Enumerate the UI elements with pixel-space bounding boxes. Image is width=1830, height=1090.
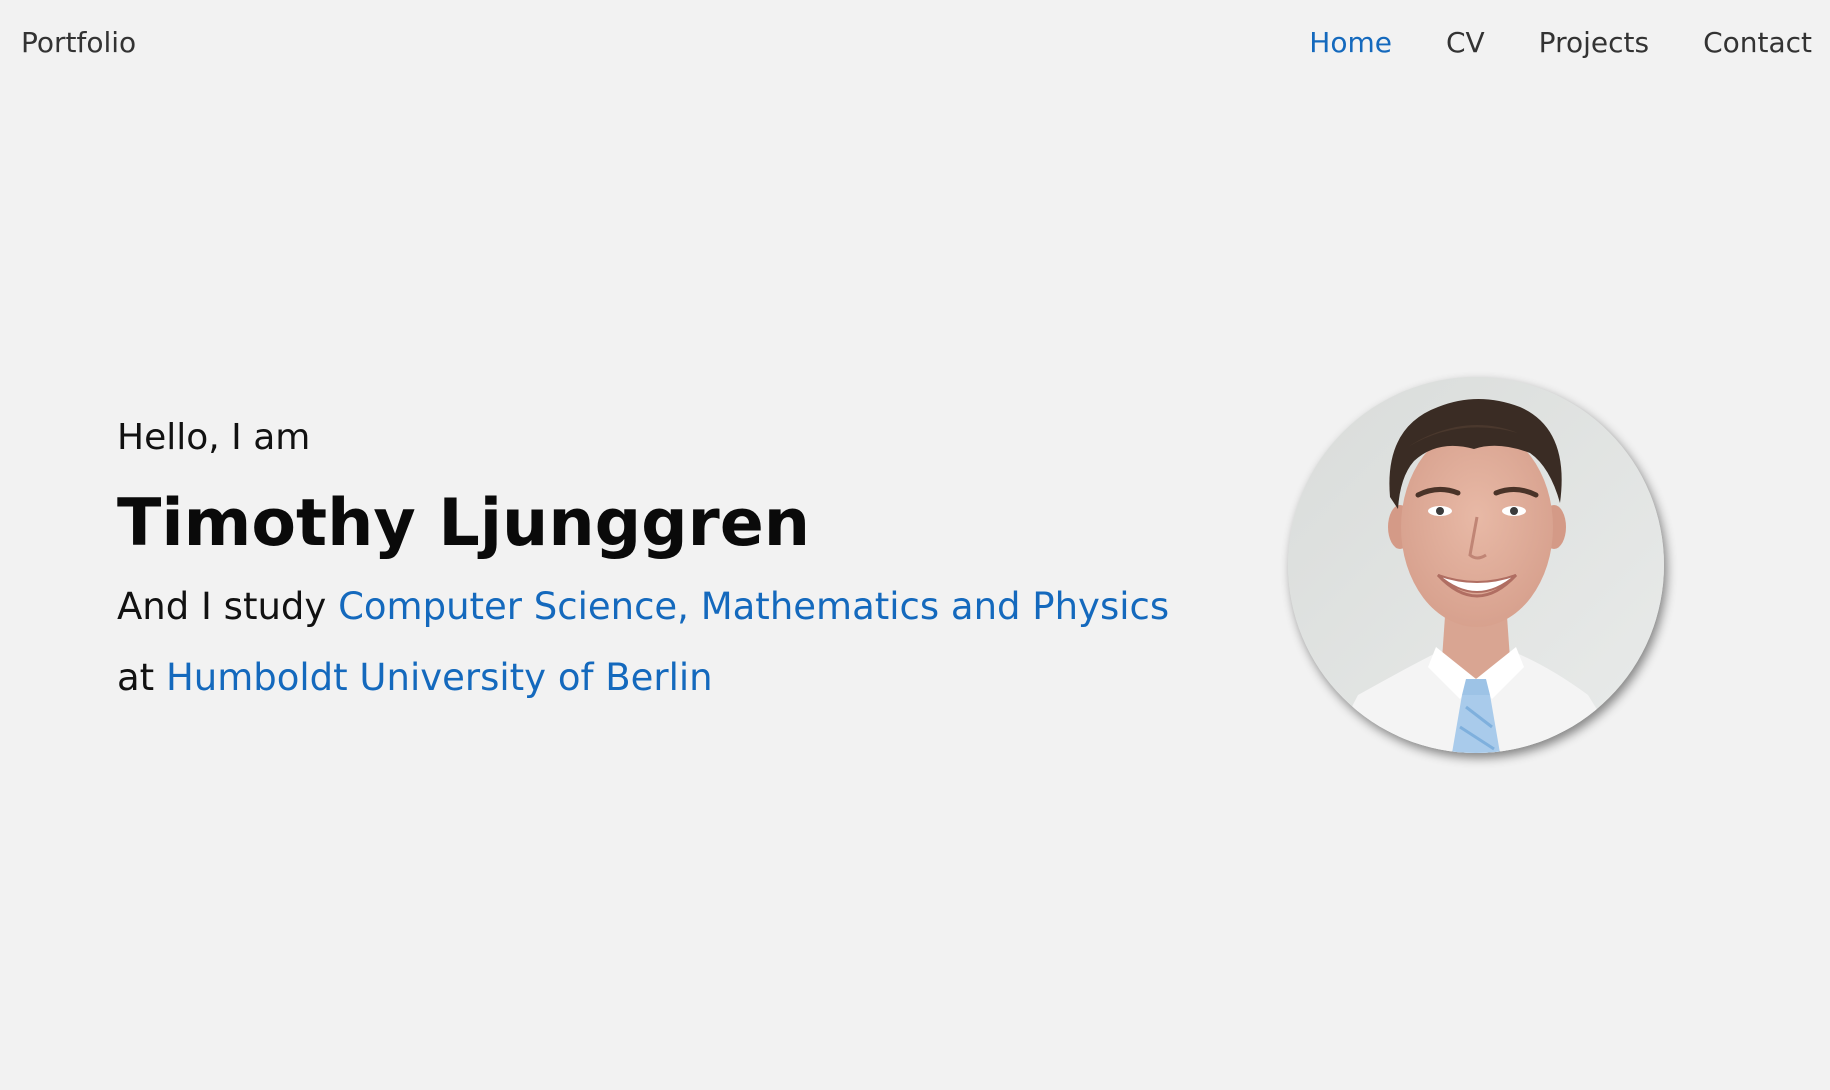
study-subjects: Computer Science, Mathematics and Physic… (338, 585, 1170, 628)
nav-link-contact[interactable]: Contact (1703, 26, 1812, 59)
institution-name: Humboldt University of Berlin (165, 656, 713, 699)
portrait-photo-icon (1288, 377, 1664, 753)
nav-links: Home CV Projects Contact (1309, 26, 1812, 59)
institution-line: at Humboldt University of Berlin (117, 659, 1169, 696)
study-line: And I study Computer Science, Mathematic… (117, 588, 1169, 625)
nav-link-projects[interactable]: Projects (1539, 26, 1649, 59)
profile-photo (1288, 377, 1664, 753)
study-prefix: And I study (117, 585, 339, 628)
greeting-text: Hello, I am (117, 417, 311, 458)
nav-link-home[interactable]: Home (1309, 26, 1392, 59)
person-name: Timothy Ljunggren (117, 486, 811, 561)
brand-link[interactable]: Portfolio (21, 26, 136, 59)
top-navigation: Portfolio Home CV Projects Contact (0, 0, 1830, 88)
hero-section: Hello, I am Timothy Ljunggren And I stud… (117, 417, 1169, 697)
institution-prefix: at (117, 656, 166, 699)
nav-link-cv[interactable]: CV (1446, 26, 1485, 59)
